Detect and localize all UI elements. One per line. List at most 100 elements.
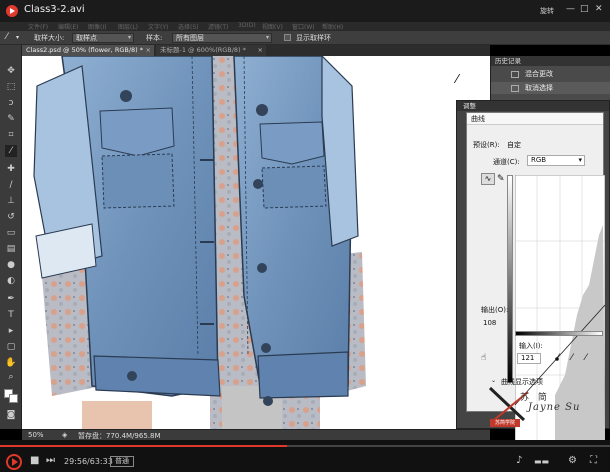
video-title: Class3-2.avi bbox=[24, 4, 85, 15]
watermark-en: Jayne Su bbox=[528, 402, 581, 413]
history-item-label: 混合更改 bbox=[525, 70, 553, 78]
tab-class2[interactable]: Class2.psd @ 50% (flower, RGB/8) * × bbox=[22, 45, 154, 56]
show-ring-checkbox[interactable] bbox=[284, 34, 291, 41]
input-value-field[interactable]: 121 bbox=[517, 353, 541, 364]
curves-dialog: 曲线 预设(R): 自定 通道(C): RGB ∿ ✎ 输出(O): 108 输… bbox=[466, 112, 605, 441]
denim-jacket-illustration bbox=[33, 56, 366, 429]
next-icon[interactable]: ⏭ bbox=[46, 455, 55, 466]
pen-tool-icon[interactable]: ✒ bbox=[5, 293, 17, 305]
player-controls: ■ ⏭ 29:56/63:33 普通 ♪ ▬▬ ⚙ ⛶ bbox=[0, 452, 610, 472]
maximize-icon[interactable]: □ bbox=[580, 4, 589, 14]
white-eyedropper-icon[interactable]: ⁄ bbox=[585, 353, 587, 363]
shape-tool-icon[interactable]: ▢ bbox=[5, 341, 17, 353]
fullscreen-icon[interactable]: ⛶ bbox=[590, 455, 597, 466]
menu-help[interactable]: 帮助(H) bbox=[322, 22, 343, 31]
sample-label: 样本: bbox=[146, 34, 163, 42]
stamp-tool-icon[interactable]: ⊥ bbox=[5, 195, 17, 207]
gray-eyedropper-icon[interactable]: ⁄ bbox=[571, 353, 573, 363]
curves-dialog-title: 曲线 bbox=[467, 113, 603, 125]
minimize-icon[interactable]: — bbox=[566, 4, 575, 14]
expand-chevron-icon[interactable]: ⌄ bbox=[491, 377, 496, 384]
close-icon[interactable]: ✕ bbox=[595, 4, 603, 14]
dodge-tool-icon[interactable]: ◐ bbox=[5, 275, 17, 287]
menu-file[interactable]: 文件(F) bbox=[28, 22, 48, 31]
pencil-icon[interactable]: ✎ bbox=[497, 173, 507, 185]
quick-mask-icon[interactable]: ◙ bbox=[5, 409, 17, 421]
menu-type[interactable]: 文字(Y) bbox=[148, 22, 168, 31]
menu-layer[interactable]: 图层(L) bbox=[118, 22, 138, 31]
photoshop-menu-bar: 文件(F) 编辑(E) 图像(I) 图层(L) 文字(Y) 选择(S) 滤镜(T… bbox=[0, 22, 610, 31]
eyedropper-tool-icon[interactable]: ⁄ bbox=[6, 32, 8, 42]
player-logo-icon bbox=[6, 5, 18, 17]
tools-panel: ✥ ⬚ ↄ ✎ ⌗ ⁄ ✚ ∕ ⊥ ↺ ▭ ▤ ● ◐ ✒ T ▸ ▢ ✋ ⌕ … bbox=[0, 45, 22, 429]
output-value[interactable]: 108 bbox=[483, 319, 496, 327]
menu-window[interactable]: 窗口(W) bbox=[292, 22, 315, 31]
rotate-label[interactable]: 旋转 bbox=[540, 6, 554, 16]
menu-filter[interactable]: 滤镜(T) bbox=[208, 22, 228, 31]
volume-icon[interactable]: ♪ bbox=[516, 455, 522, 466]
quick-select-tool-icon[interactable]: ✎ bbox=[5, 113, 17, 125]
target-adjust-icon[interactable]: ☝ bbox=[481, 353, 486, 363]
type-tool-icon[interactable]: T bbox=[5, 309, 17, 321]
menu-image[interactable]: 图像(I) bbox=[88, 22, 106, 31]
volume-bar[interactable]: ▬▬ bbox=[534, 457, 549, 466]
eyedropper-cursor-icon: ⁄ bbox=[456, 72, 459, 86]
history-panel-title: 历史记录 bbox=[491, 56, 610, 66]
gradient-tool-icon[interactable]: ▤ bbox=[5, 243, 17, 255]
playback-progress[interactable] bbox=[0, 440, 610, 452]
curve-edit-icon[interactable]: ∿ bbox=[481, 173, 495, 185]
history-item-label: 取消选择 bbox=[525, 84, 553, 92]
adjustments-panel-title: 调整 bbox=[457, 101, 609, 111]
move-tool-icon[interactable]: ✥ bbox=[5, 65, 17, 77]
history-item[interactable]: 混合更改 bbox=[491, 68, 610, 80]
options-bar: ⁄ ▾ 取样大小: 取样点 样本: 所有图层 显示取样环 bbox=[0, 31, 610, 45]
crop-tool-icon[interactable]: ⌗ bbox=[5, 129, 17, 141]
history-item[interactable]: 取消选择 bbox=[491, 82, 610, 94]
sample-select[interactable]: 所有图层 bbox=[172, 33, 272, 43]
history-panel: 历史记录 混合更改 取消选择 bbox=[490, 56, 610, 100]
tab-label: 未标题-1 @ 600%(RGB/8) * bbox=[160, 46, 246, 54]
quality-badge[interactable]: 普通 bbox=[110, 456, 134, 467]
history-brush-tool-icon[interactable]: ↺ bbox=[5, 211, 17, 223]
lasso-tool-icon[interactable]: ↄ bbox=[5, 97, 17, 109]
path-select-tool-icon[interactable]: ▸ bbox=[5, 325, 17, 337]
blur-tool-icon[interactable]: ● bbox=[5, 259, 17, 271]
zoom-level[interactable]: 50% bbox=[28, 431, 44, 439]
play-button[interactable] bbox=[6, 454, 22, 470]
channel-select[interactable]: RGB bbox=[527, 155, 585, 166]
menu-3d[interactable]: 3D(D) bbox=[238, 22, 256, 29]
preset-label: 预设(R): bbox=[473, 141, 500, 149]
eraser-tool-icon[interactable]: ▭ bbox=[5, 227, 17, 239]
channel-label: 通道(C): bbox=[493, 158, 520, 166]
black-eyedropper-icon[interactable]: ⁄ bbox=[557, 353, 559, 363]
hand-tool-icon[interactable]: ✋ bbox=[5, 357, 17, 369]
document-tabs: Class2.psd @ 50% (flower, RGB/8) * × 未标题… bbox=[22, 45, 490, 56]
watermark-stamp: 苏简学院 bbox=[490, 419, 520, 427]
preset-value[interactable]: 自定 bbox=[507, 140, 521, 150]
healing-tool-icon[interactable]: ✚ bbox=[5, 163, 17, 175]
menu-select[interactable]: 选择(S) bbox=[178, 22, 199, 31]
background-color-swatch[interactable] bbox=[9, 394, 18, 403]
tab-close-icon[interactable]: × bbox=[258, 45, 263, 56]
tab-untitled[interactable]: 未标题-1 @ 600%(RGB/8) * × bbox=[156, 45, 266, 56]
input-gradient-bar bbox=[515, 331, 603, 336]
document-canvas[interactable]: ⁄ bbox=[22, 56, 490, 429]
tab-label: Class2.psd @ 50% (flower, RGB/8) * bbox=[26, 46, 144, 54]
zoom-tool-icon[interactable]: ⌕ bbox=[5, 371, 17, 383]
brush-tool-icon[interactable]: ∕ bbox=[5, 179, 17, 191]
sample-size-select[interactable]: 取样点 bbox=[72, 33, 134, 43]
tool-preset-chevron-icon[interactable]: ▾ bbox=[16, 34, 19, 41]
settings-icon[interactable]: ⚙ bbox=[568, 455, 577, 466]
history-state-icon bbox=[511, 85, 519, 92]
eyedropper-tool-icon[interactable]: ⁄ bbox=[5, 145, 17, 157]
tab-close-icon[interactable]: × bbox=[146, 45, 151, 56]
menu-edit[interactable]: 编辑(E) bbox=[58, 22, 78, 31]
input-label: 输入(I): bbox=[519, 342, 543, 350]
stop-icon[interactable]: ■ bbox=[30, 455, 39, 466]
marquee-tool-icon[interactable]: ⬚ bbox=[5, 81, 17, 93]
progress-fill bbox=[0, 445, 288, 447]
player-title-bar: Class3-2.avi 旋转 — □ ✕ bbox=[0, 0, 610, 22]
show-ring-label: 显示取样环 bbox=[296, 34, 331, 42]
history-state-icon bbox=[511, 71, 519, 78]
menu-view[interactable]: 视图(V) bbox=[262, 22, 283, 31]
